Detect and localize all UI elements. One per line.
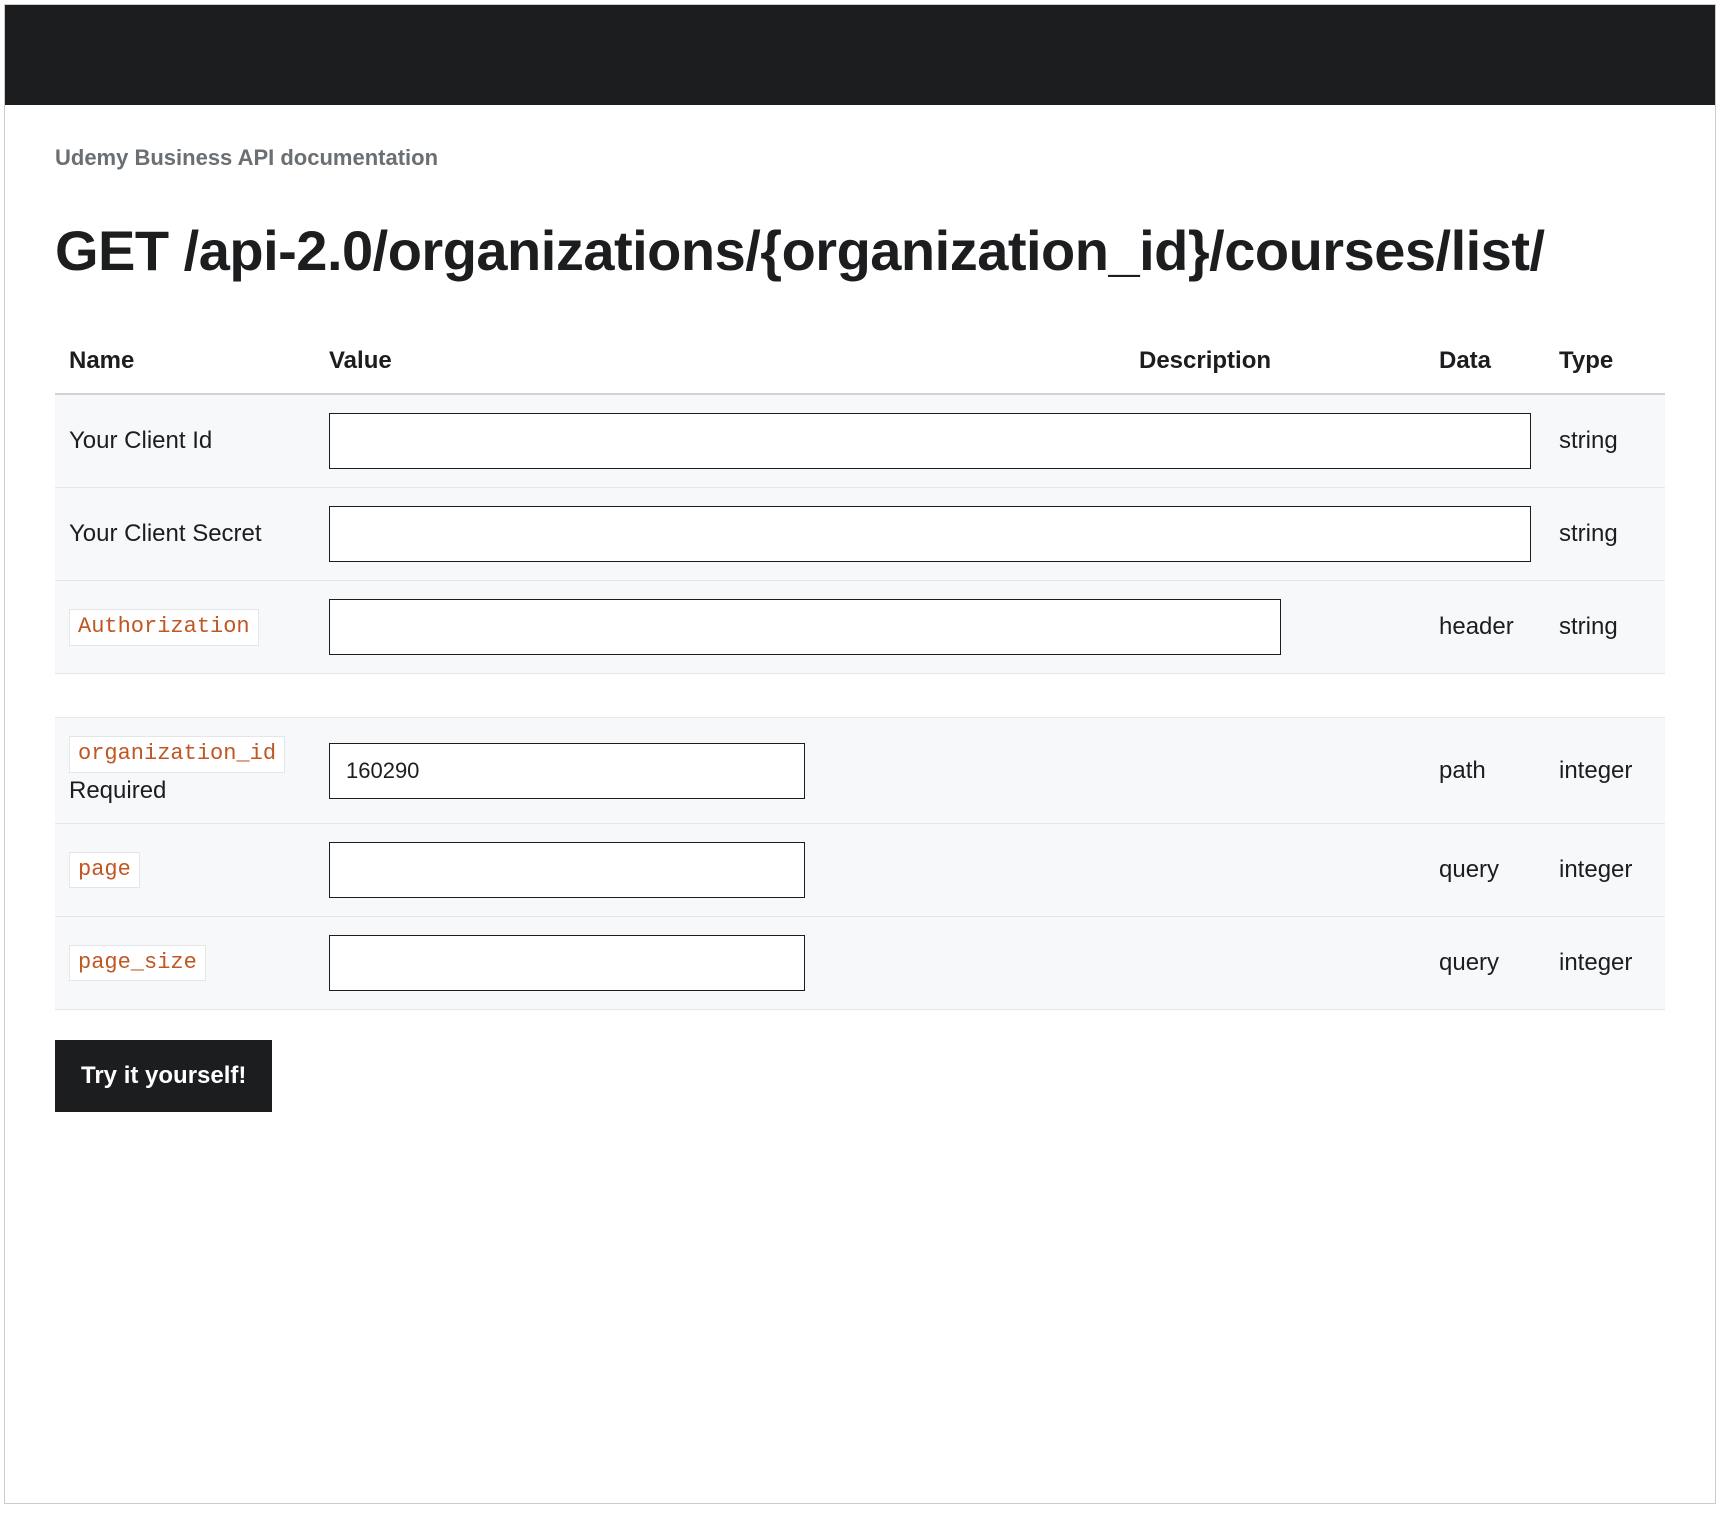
required-label: Required	[69, 777, 301, 805]
param-code-tag: organization_id	[69, 736, 285, 773]
param-code-tag: Authorization	[69, 609, 259, 646]
organization-id-input[interactable]	[329, 743, 805, 799]
param-type: string	[1545, 394, 1665, 488]
breadcrumb[interactable]: Udemy Business API documentation	[55, 145, 1665, 171]
param-row-page: page query integer	[55, 823, 1665, 916]
client-id-input[interactable]	[329, 413, 1531, 469]
col-header-data: Data	[1425, 333, 1545, 394]
param-row-client-id: Your Client Id string	[55, 394, 1665, 488]
col-header-type: Type	[1545, 333, 1665, 394]
col-header-description: Description	[1125, 333, 1425, 394]
param-data: header	[1425, 581, 1545, 674]
param-type: integer	[1545, 916, 1665, 1009]
param-data: query	[1425, 916, 1545, 1009]
param-type: integer	[1545, 823, 1665, 916]
param-label: Your Client Secret	[55, 488, 315, 581]
param-code-tag: page	[69, 852, 140, 889]
client-secret-input[interactable]	[329, 506, 1531, 562]
authorization-input[interactable]	[329, 599, 1281, 655]
param-row-client-secret: Your Client Secret string	[55, 488, 1665, 581]
page-input[interactable]	[329, 842, 805, 898]
param-type: integer	[1545, 718, 1665, 824]
param-type: string	[1545, 581, 1665, 674]
param-data: query	[1425, 823, 1545, 916]
param-code-tag: page_size	[69, 945, 206, 982]
param-row-page-size: page_size query integer	[55, 916, 1665, 1009]
top-bar	[5, 5, 1715, 105]
spacer-row	[55, 674, 1665, 718]
param-data: path	[1425, 718, 1545, 824]
param-row-authorization: Authorization header string	[55, 581, 1665, 674]
col-header-name: Name	[55, 333, 315, 394]
params-table: Name Value Description Data Type Your Cl…	[55, 333, 1665, 1010]
param-type: string	[1545, 488, 1665, 581]
param-label: Your Client Id	[55, 394, 315, 488]
col-header-value: Value	[315, 333, 1125, 394]
page-size-input[interactable]	[329, 935, 805, 991]
try-it-button[interactable]: Try it yourself!	[55, 1040, 272, 1112]
param-row-organization-id: organization_id Required path integer	[55, 718, 1665, 824]
page-title: GET /api-2.0/organizations/{organization…	[55, 219, 1665, 283]
